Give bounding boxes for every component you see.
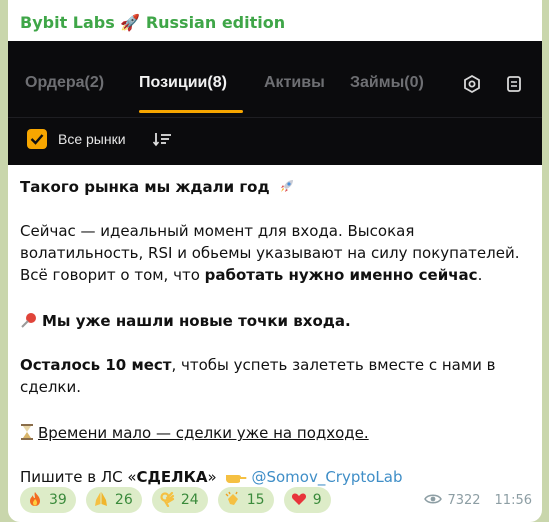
message-bubble: Bybit Labs 🚀 Russian edition Ордера(2) П… — [8, 0, 542, 522]
fire-icon — [30, 492, 40, 506]
contact-link[interactable]: @Somov_CryptoLab — [251, 468, 402, 486]
message-time-short: Времени мало — сделки уже на подходе. — [20, 420, 535, 444]
hourglass-icon — [21, 424, 33, 440]
checkbox-icon — [27, 129, 47, 149]
message-headline: Такого рынка мы ждали год — [20, 174, 535, 198]
paragraph-emphasis: работать нужно именно сейчас — [204, 266, 478, 284]
eye-icon — [424, 494, 443, 504]
tab-loans: Займы(0) — [350, 74, 424, 91]
reaction-count: 15 — [246, 492, 265, 508]
sort-icon — [153, 133, 171, 147]
reaction-count: 24 — [180, 492, 199, 508]
clap-icon — [225, 491, 238, 505]
rocket-icon — [281, 180, 294, 192]
reaction-count: 9 — [312, 492, 322, 508]
active-tab-indicator — [139, 110, 243, 113]
document-icon — [507, 76, 521, 92]
reaction-count: 26 — [114, 492, 133, 508]
heart-icon — [291, 493, 306, 505]
reaction-fire[interactable]: 39 — [20, 487, 76, 513]
tab-orders: Ордера(2) — [25, 74, 105, 91]
tab-assets: Активы — [264, 74, 325, 91]
spots-left-emphasis: Осталось 10 мест — [20, 356, 172, 374]
paragraph-end: . — [477, 266, 483, 284]
message-text: Такого рынка мы ждали год Сейчас — идеал… — [20, 174, 535, 488]
bybit-screenshot[interactable]: Ордера(2) Позиции(8) Активы Займы(0) Все… — [8, 41, 542, 165]
pointing-hand-icon — [226, 475, 247, 483]
entry-points-text: Мы уже нашли новые точки входа. — [42, 312, 351, 330]
all-markets-label: Все рынки — [58, 131, 126, 147]
reaction-heart[interactable]: 9 — [283, 487, 331, 513]
contact-text: Пишите в ЛС « — [20, 468, 137, 486]
tab-positions: Позиции(8) — [139, 74, 227, 91]
pray-icon — [94, 492, 107, 506]
time-short-text: Времени мало — сделки уже на подходе. — [38, 424, 369, 442]
message-spots-left: Осталось 10 мест, чтобы успеть залететь … — [20, 354, 535, 398]
message-entry-points: Мы уже нашли новые точки входа. — [20, 308, 535, 332]
contact-keyword: СДЕЛКА — [136, 468, 208, 486]
screenshot-divider — [8, 117, 542, 118]
reaction-pray[interactable]: 26 — [85, 487, 142, 513]
reaction-count: 39 — [49, 492, 67, 508]
contact-quote-end: » — [207, 468, 217, 486]
channel-title[interactable]: Bybit Labs 🚀 Russian edition — [20, 13, 285, 32]
reaction-ok-hand[interactable]: 24 — [151, 487, 208, 513]
message-contact: Пишите в ЛС «СДЕЛКА» @Somov_CryptoLab — [20, 466, 535, 488]
headline-text: Такого рынка мы ждали год — [20, 178, 270, 196]
message-meta: 7322 11:56 — [424, 493, 532, 508]
message-time: 11:56 — [494, 493, 532, 508]
positions-tab-bar: Ордера(2) Позиции(8) Активы Займы(0) — [8, 41, 542, 117]
reactions-bar: 39 26 24 15 9 — [20, 487, 336, 513]
pushpin-icon — [21, 313, 36, 328]
ok-hand-icon — [160, 491, 174, 507]
message-paragraph-main: Сейчас — идеальный момент для входа. Выс… — [20, 220, 535, 286]
reaction-clap[interactable]: 15 — [217, 487, 274, 513]
settings-hex-icon — [464, 74, 480, 94]
view-count: 7322 — [447, 493, 481, 508]
